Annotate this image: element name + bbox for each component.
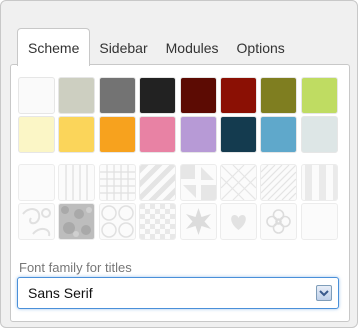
color-swatch[interactable] — [139, 77, 177, 114]
fine-diagonal-pattern[interactable] — [260, 164, 298, 201]
wide-stripes-pattern[interactable] — [300, 164, 338, 201]
tab-bar: Scheme Sidebar Modules Options — [17, 27, 294, 66]
color-swatch[interactable] — [300, 116, 338, 153]
tab-scheme[interactable]: Scheme — [17, 28, 91, 66]
scheme-content: Font family for titles Sans Serif — [10, 64, 350, 322]
color-swatch[interactable] — [98, 77, 136, 114]
tab-modules[interactable]: Modules — [157, 31, 228, 65]
circles-pattern[interactable] — [98, 203, 136, 240]
blank-pattern[interactable] — [300, 203, 338, 240]
color-swatch[interactable] — [98, 116, 136, 153]
color-swatch[interactable] — [139, 116, 177, 153]
tab-sidebar[interactable]: Sidebar — [90, 31, 156, 65]
vertical-lines-pattern[interactable] — [58, 164, 96, 201]
font-family-value: Sans Serif — [28, 285, 93, 301]
checker-pattern[interactable] — [139, 203, 177, 240]
chevron-down-icon[interactable] — [316, 285, 332, 301]
star-pattern[interactable] — [179, 203, 217, 240]
color-swatch[interactable] — [179, 77, 217, 114]
diagonal-stripes-pattern[interactable] — [139, 164, 177, 201]
blank-pattern[interactable] — [18, 164, 55, 201]
color-swatch[interactable] — [58, 77, 96, 114]
color-swatch[interactable] — [18, 77, 55, 114]
color-swatch[interactable] — [179, 116, 217, 153]
squares-corner-pattern[interactable] — [179, 164, 217, 201]
color-swatch[interactable] — [18, 116, 55, 153]
font-family-label: Font family for titles — [19, 260, 132, 275]
theme-settings-panel: Scheme Sidebar Modules Options Font fami… — [0, 0, 358, 328]
font-family-select[interactable]: Sans Serif — [17, 277, 339, 309]
diamond-pattern[interactable] — [219, 164, 257, 201]
flower-pattern[interactable] — [260, 203, 298, 240]
tab-options[interactable]: Options — [228, 31, 294, 65]
color-swatch[interactable] — [260, 77, 298, 114]
dark-texture-pattern[interactable] — [58, 203, 96, 240]
color-swatch[interactable] — [219, 116, 257, 153]
pattern-grid — [18, 164, 338, 240]
color-swatch[interactable] — [300, 77, 338, 114]
color-swatch[interactable] — [260, 116, 298, 153]
color-swatch-grid — [18, 77, 338, 153]
color-swatch[interactable] — [219, 77, 257, 114]
color-swatch[interactable] — [58, 116, 96, 153]
grid-pattern[interactable] — [98, 164, 136, 201]
heart-pattern[interactable] — [219, 203, 257, 240]
swirl-pattern[interactable] — [18, 203, 55, 240]
